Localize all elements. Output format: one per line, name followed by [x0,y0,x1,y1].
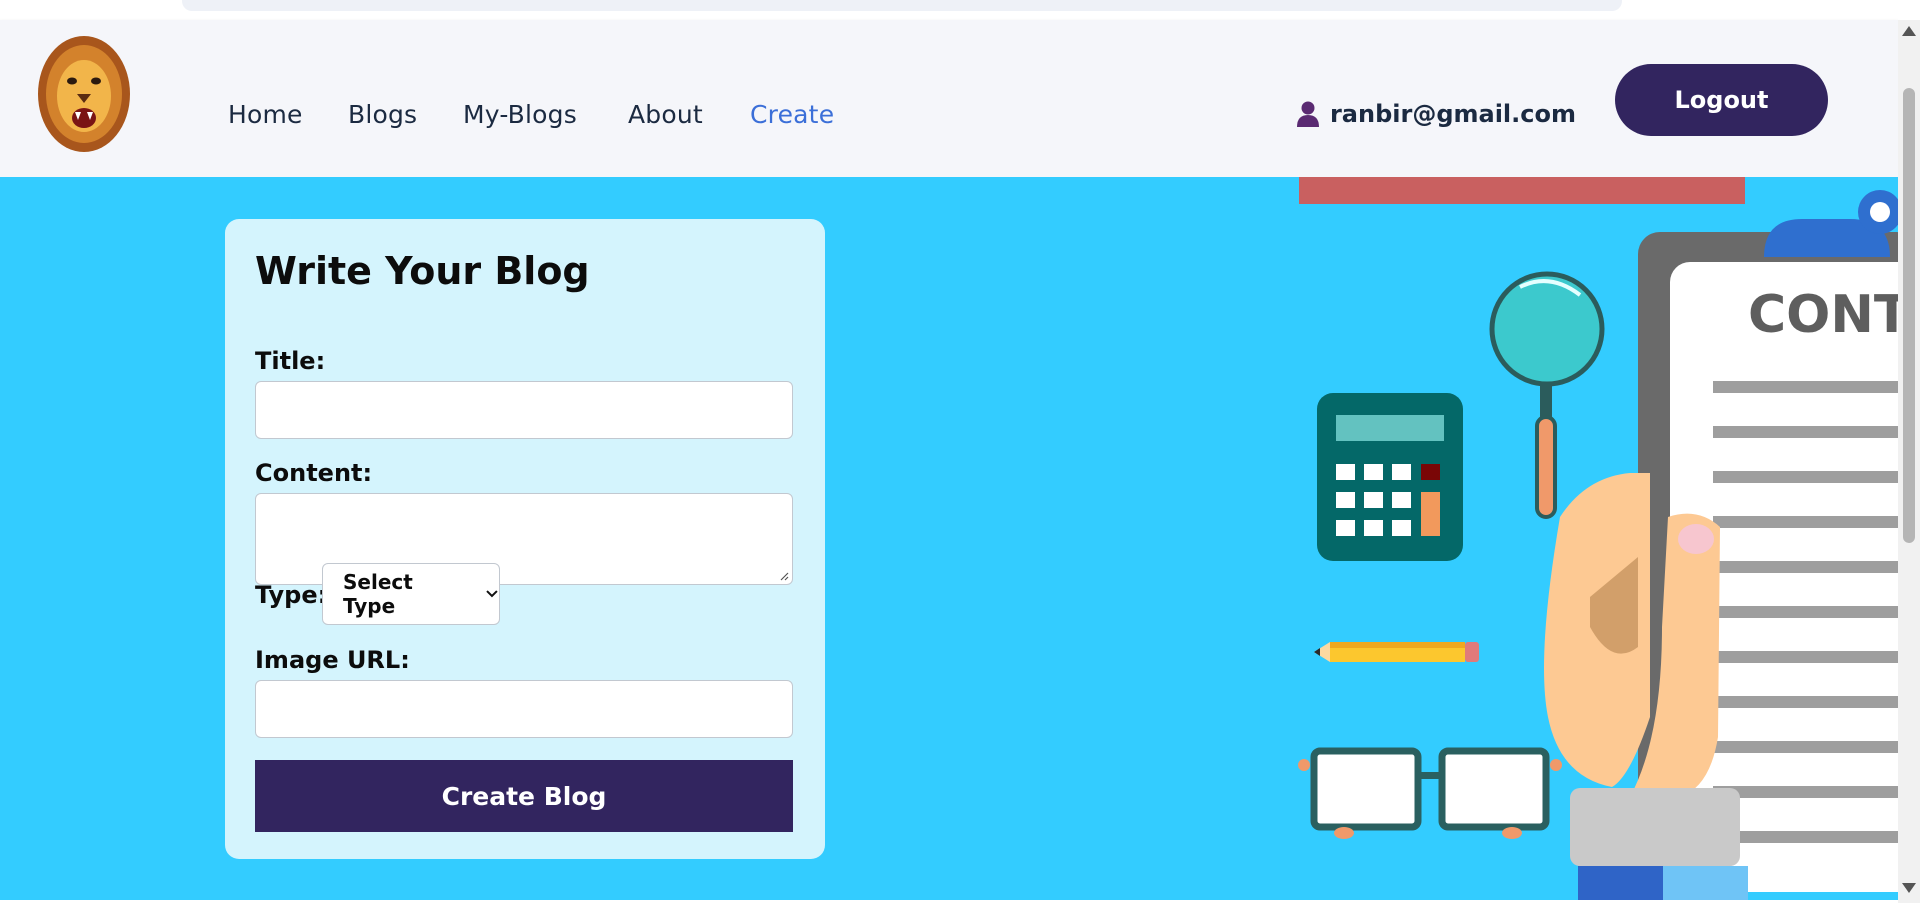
scroll-up-icon[interactable] [1902,26,1916,36]
nav-my-blogs-link[interactable]: My-Blogs [463,100,577,129]
address-bar-edge[interactable] [182,0,1622,11]
blog-illustration: CONT [1298,177,1898,900]
type-label: Type: [255,581,328,609]
user-email: ranbir@gmail.com [1329,100,1576,128]
sleeve-cuff [1570,788,1740,866]
navbar: Home Blogs My-Blogs About Create ranbir@… [0,20,1898,177]
chevron-down-icon [486,590,498,598]
nav-about-link[interactable]: About [628,100,703,129]
type-select-value: Select Type [343,570,413,618]
blog-form-card: Write Your Blog Title: Content: Type: Se… [225,219,825,859]
nav-create-link[interactable]: Create [750,100,834,129]
image-url-label: Image URL: [255,646,410,674]
lion-logo-icon[interactable] [36,34,132,156]
glasses-shape [1310,747,1422,831]
main-content: Write Your Blog Title: Content: Type: Se… [0,177,1898,900]
form-title: Write Your Blog [255,249,590,293]
nav-blogs-link[interactable]: Blogs [348,100,417,129]
nav-home-link[interactable]: Home [228,100,303,129]
user-icon [1296,101,1319,127]
create-blog-button[interactable]: Create Blog [255,760,793,832]
scrollbar-thumb[interactable] [1903,88,1915,543]
page-scrollbar[interactable] [1898,20,1920,903]
red-bar-shape [1299,177,1745,204]
image-url-input[interactable] [255,680,793,738]
magnifier-shape [1489,271,1605,387]
type-select[interactable]: Select Type [322,563,500,625]
content-label: Content: [255,459,373,487]
clipboard-heading: CONT [1748,285,1898,345]
title-label: Title: [255,347,326,375]
scroll-down-icon[interactable] [1902,883,1916,893]
user-info: ranbir@gmail.com [1296,100,1576,128]
resize-grip-icon[interactable] [779,571,789,581]
logout-button[interactable]: Logout [1615,64,1828,136]
title-input[interactable] [255,381,793,439]
browser-top-strip [0,0,1898,20]
